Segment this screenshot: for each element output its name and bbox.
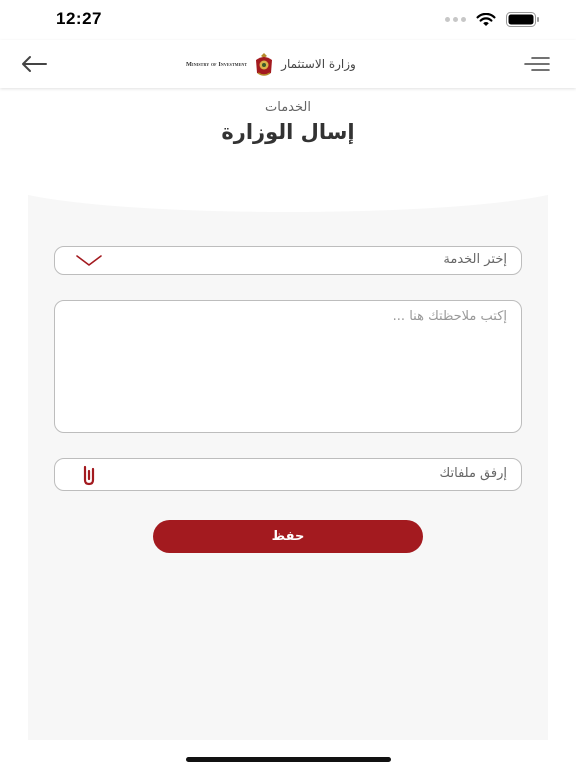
attach-files-field[interactable]: إرفق ملفاتك <box>54 458 522 491</box>
paperclip-icon <box>83 465 95 486</box>
save-button[interactable]: حفظ <box>153 520 423 553</box>
logo-text-en: Ministry of Investment <box>186 60 248 68</box>
attach-files-label: إرفق ملفاتك <box>439 466 507 481</box>
hamburger-menu-icon <box>524 57 550 71</box>
arrow-left-icon <box>22 56 47 72</box>
status-bar: 12:27 <box>0 0 576 40</box>
logo-text-ar: وزارة الاستثمار <box>281 57 356 71</box>
title-card: الخدمات إسال الوزارة <box>0 88 576 212</box>
notes-field[interactable] <box>54 300 522 433</box>
app-header: Ministry of Investment وزارة الاستثمار <box>0 40 576 88</box>
battery-icon <box>506 12 539 27</box>
notes-textarea[interactable] <box>55 301 521 432</box>
wifi-icon <box>476 12 496 26</box>
chevron-down-icon <box>76 255 102 266</box>
home-indicator <box>186 757 391 762</box>
page-subtitle: الخدمات <box>265 100 311 115</box>
service-select[interactable]: إختر الخدمة <box>54 246 522 275</box>
service-select-placeholder: إختر الخدمة <box>443 252 507 267</box>
coat-of-arms-icon <box>256 53 273 76</box>
multitasking-dots-icon <box>445 17 466 22</box>
ministry-logo: Ministry of Investment وزارة الاستثمار <box>186 50 392 78</box>
page-title: إسال الوزارة <box>221 120 355 144</box>
status-time: 12:27 <box>56 9 102 28</box>
status-icons <box>445 12 540 27</box>
menu-button[interactable] <box>524 55 550 73</box>
back-button[interactable] <box>18 53 50 75</box>
